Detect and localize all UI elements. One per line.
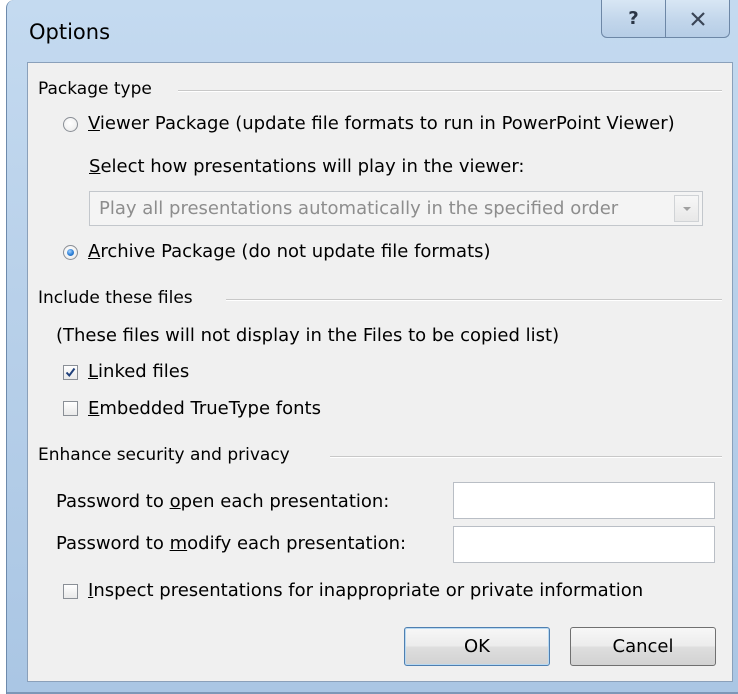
group-title-package-type: Package type bbox=[38, 79, 152, 99]
checkbox-linked-files[interactable] bbox=[63, 365, 78, 380]
accesskey-s: S bbox=[89, 156, 101, 177]
accesskey-a: A bbox=[88, 241, 101, 262]
dropdown-button[interactable] bbox=[674, 195, 699, 222]
group-divider bbox=[178, 90, 722, 92]
inspect-label[interactable]: Inspect presentations for inappropriate … bbox=[88, 580, 643, 601]
group-divider bbox=[226, 299, 722, 301]
window-title: Options bbox=[29, 20, 111, 44]
password-modify-text-pre: Password to bbox=[56, 533, 170, 554]
accesskey-o: o bbox=[169, 491, 181, 512]
password-modify-label: Password to modify each presentation: bbox=[56, 533, 406, 554]
group-divider bbox=[330, 456, 722, 458]
archive-package-text: rchive Package (do not update file forma… bbox=[100, 241, 491, 262]
ok-button[interactable]: OK bbox=[404, 627, 550, 666]
embedded-fonts-label[interactable]: Embedded TrueType fonts bbox=[88, 398, 321, 419]
close-button[interactable] bbox=[666, 0, 729, 37]
group-title-include-files: Include these files bbox=[38, 288, 193, 308]
password-modify-text-post: odify each presentation: bbox=[187, 533, 407, 554]
accesskey-l: L bbox=[88, 361, 99, 382]
accesskey-e: E bbox=[88, 398, 100, 419]
linked-files-text: inked files bbox=[98, 361, 190, 382]
cancel-button[interactable]: Cancel bbox=[570, 627, 716, 666]
embedded-fonts-text: mbedded TrueType fonts bbox=[99, 398, 321, 419]
checkmark-icon bbox=[65, 367, 76, 378]
play-mode-value: Play all presentations automatically in … bbox=[99, 198, 619, 219]
password-open-label: Password to open each presentation: bbox=[56, 491, 389, 512]
radio-archive-package[interactable] bbox=[63, 245, 78, 260]
dialog-body: Package type Viewer Package (update file… bbox=[27, 62, 733, 682]
accesskey-m: m bbox=[169, 533, 188, 554]
password-modify-field[interactable] bbox=[453, 526, 715, 563]
accesskey-v: V bbox=[88, 113, 100, 134]
play-mode-select[interactable]: Play all presentations automatically in … bbox=[89, 191, 703, 226]
caption-buttons: ? bbox=[601, 0, 730, 38]
include-files-note: (These files will not display in the Fil… bbox=[56, 325, 560, 346]
radio-viewer-package[interactable] bbox=[63, 117, 78, 132]
checkbox-inspect[interactable] bbox=[63, 584, 78, 599]
archive-package-label[interactable]: Archive Package (do not update file form… bbox=[88, 241, 491, 262]
linked-files-label[interactable]: Linked files bbox=[88, 361, 189, 382]
checkbox-embedded-fonts[interactable] bbox=[63, 401, 78, 416]
dialog-window: Options ? Package type Viewer Package (u… bbox=[6, 0, 738, 694]
play-mode-text: elect how presentations will play in the… bbox=[100, 156, 525, 177]
inspect-text: nspect presentations for inappropriate o… bbox=[93, 580, 644, 601]
group-title-security: Enhance security and privacy bbox=[38, 445, 290, 465]
help-button[interactable]: ? bbox=[602, 0, 666, 37]
password-open-text-post: pen each presentation: bbox=[180, 491, 390, 512]
help-icon: ? bbox=[628, 8, 639, 29]
password-open-field[interactable] bbox=[453, 482, 715, 519]
viewer-package-label[interactable]: Viewer Package (update file formats to r… bbox=[88, 113, 675, 134]
play-mode-label: Select how presentations will play in th… bbox=[89, 156, 525, 177]
viewer-package-text: iewer Package (update file formats to ru… bbox=[99, 113, 675, 134]
close-icon bbox=[690, 11, 705, 26]
password-open-text-pre: Password to bbox=[56, 491, 170, 512]
chevron-down-icon bbox=[682, 206, 691, 211]
